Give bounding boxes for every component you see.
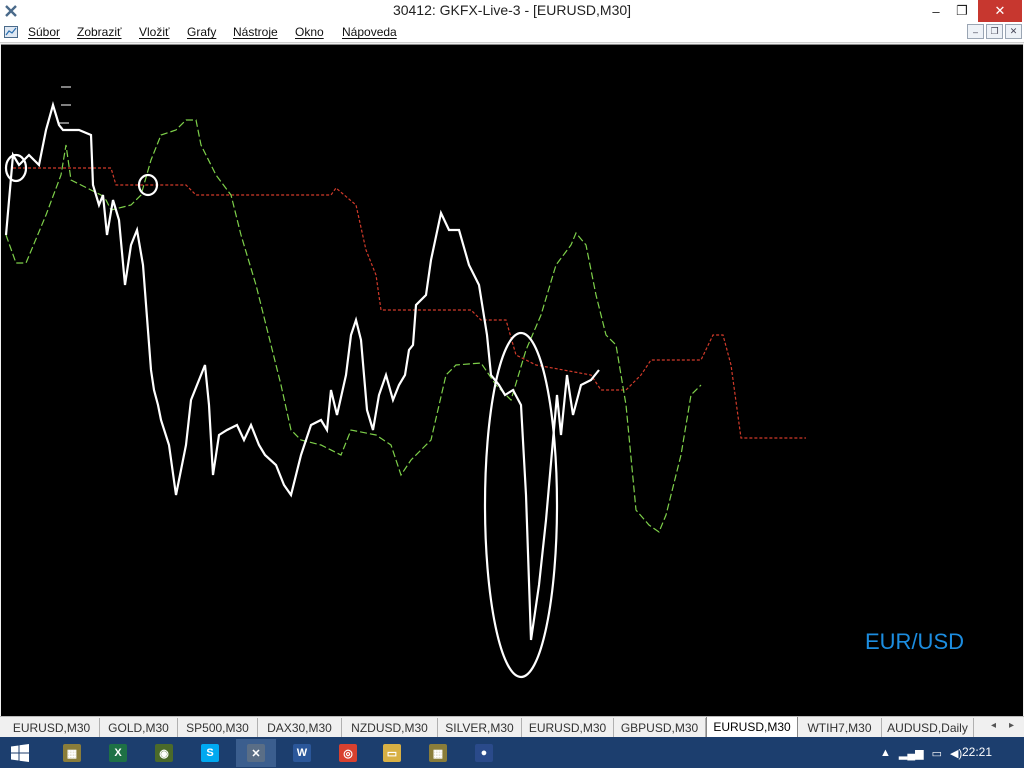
- globe-icon: ◉: [155, 744, 173, 762]
- taskbar-app-7[interactable]: ▭: [372, 739, 412, 767]
- chart-window-icon[interactable]: [3, 24, 19, 40]
- chart-tab-bar: EURUSD,M30 GOLD,M30 SP500,M30 DAX30,M30 …: [0, 716, 1024, 738]
- taskbar-app-1[interactable]: X: [98, 739, 138, 767]
- menu-view[interactable]: Zobraziť: [77, 25, 122, 39]
- excel-icon: X: [109, 744, 127, 762]
- tab-wtih7-m30[interactable]: WTIH7,M30: [798, 718, 882, 737]
- taskbar-app-6[interactable]: ◎: [328, 739, 368, 767]
- menu-window[interactable]: Okno: [295, 25, 324, 39]
- menu-help[interactable]: Nápoveda: [342, 25, 397, 39]
- tab-silver-m30[interactable]: SILVER,M30: [438, 718, 522, 737]
- network-signal-icon[interactable]: ▂▄▆: [899, 747, 924, 760]
- file-manager-icon: ▦: [63, 744, 81, 762]
- taskbar-app-2[interactable]: ◉: [144, 739, 184, 767]
- tab-gbpusd-m30[interactable]: GBPUSD,M30: [614, 718, 706, 737]
- taskbar-app-8[interactable]: ▦: [418, 739, 458, 767]
- taskbar-app-0[interactable]: ▦: [52, 739, 92, 767]
- pin-app-icon: ●: [475, 744, 493, 762]
- tab-sp500-m30[interactable]: SP500,M30: [178, 718, 258, 737]
- tab-gold-m30[interactable]: GOLD,M30: [100, 718, 178, 737]
- menu-insert[interactable]: Vložiť: [139, 25, 170, 39]
- chrome-icon: ◎: [339, 744, 357, 762]
- tab-audusd-daily[interactable]: AUDUSD,Daily: [882, 718, 974, 737]
- battery-icon[interactable]: ▭: [932, 747, 942, 760]
- tab-dax30-m30[interactable]: DAX30,M30: [258, 718, 342, 737]
- tab-eurusd-m30-1[interactable]: EURUSD,M30: [4, 718, 100, 737]
- menu-file[interactable]: Súbor: [28, 25, 60, 39]
- mdi-minimize-button[interactable]: –: [967, 24, 984, 39]
- skype-icon: S: [201, 744, 219, 762]
- taskbar-app-4[interactable]: ✕: [236, 739, 276, 767]
- title-bar: 30412: GKFX-Live-3 - [EURUSD,M30] – ❐ ✕: [0, 0, 1024, 22]
- menu-bar: Súbor Zobraziť Vložiť Grafy Nástroje Okn…: [0, 22, 1024, 43]
- volume-icon[interactable]: ◀): [950, 747, 962, 760]
- taskbar-app-3[interactable]: S: [190, 739, 230, 767]
- price-line: [4, 101, 600, 641]
- tab-scroll-right-button[interactable]: ▸: [1009, 720, 1014, 731]
- tab-nzdusd-m30[interactable]: NZDUSD,M30: [342, 718, 438, 737]
- menu-tools[interactable]: Nástroje: [233, 25, 278, 39]
- menu-charts[interactable]: Grafy: [187, 25, 216, 39]
- red-dotted-series: [13, 167, 806, 439]
- metatrader-icon: ✕: [247, 744, 265, 762]
- tab-eurusd-m30-active[interactable]: EURUSD,M30: [706, 717, 798, 738]
- windows-taskbar: ▦ X ◉ S ✕ W ◎ ▭ ▦ ● ▲ ▂▄▆ ▭ ◀) 22:21: [0, 737, 1024, 768]
- tab-scroll-left-button[interactable]: ◂: [991, 720, 996, 731]
- drawn-annotations: [4, 86, 559, 679]
- photo-viewer-icon: ▦: [429, 744, 447, 762]
- symbol-caption: EUR/USD: [865, 629, 965, 654]
- windows-start-icon[interactable]: [0, 739, 40, 767]
- red-dotted-indicator-line: [13, 167, 806, 439]
- system-tray: ▲ ▂▄▆ ▭ ◀): [880, 743, 962, 763]
- windows-logo-icon: [11, 744, 29, 762]
- taskbar-clock[interactable]: 22:21: [962, 745, 992, 759]
- white-price-series: [4, 101, 600, 641]
- taskbar-app-9[interactable]: ●: [464, 739, 504, 767]
- maximize-button[interactable]: ❐: [948, 0, 976, 22]
- word-icon: W: [293, 744, 311, 762]
- mdi-restore-button[interactable]: ❐: [986, 24, 1003, 39]
- mdi-close-button[interactable]: ✕: [1005, 24, 1022, 39]
- ellipse-annotation: [483, 331, 559, 679]
- show-hidden-icons-icon[interactable]: ▲: [880, 747, 891, 759]
- chart-canvas[interactable]: EUR/USD: [1, 44, 1023, 716]
- price-chart[interactable]: [1, 45, 1023, 717]
- close-button[interactable]: ✕: [978, 0, 1022, 22]
- taskbar-app-5[interactable]: W: [282, 739, 322, 767]
- minimize-button[interactable]: –: [922, 0, 950, 22]
- tab-eurusd-m30-2[interactable]: EURUSD,M30: [522, 718, 614, 737]
- folder-icon: ▭: [383, 744, 401, 762]
- window-title: 30412: GKFX-Live-3 - [EURUSD,M30]: [392, 2, 632, 18]
